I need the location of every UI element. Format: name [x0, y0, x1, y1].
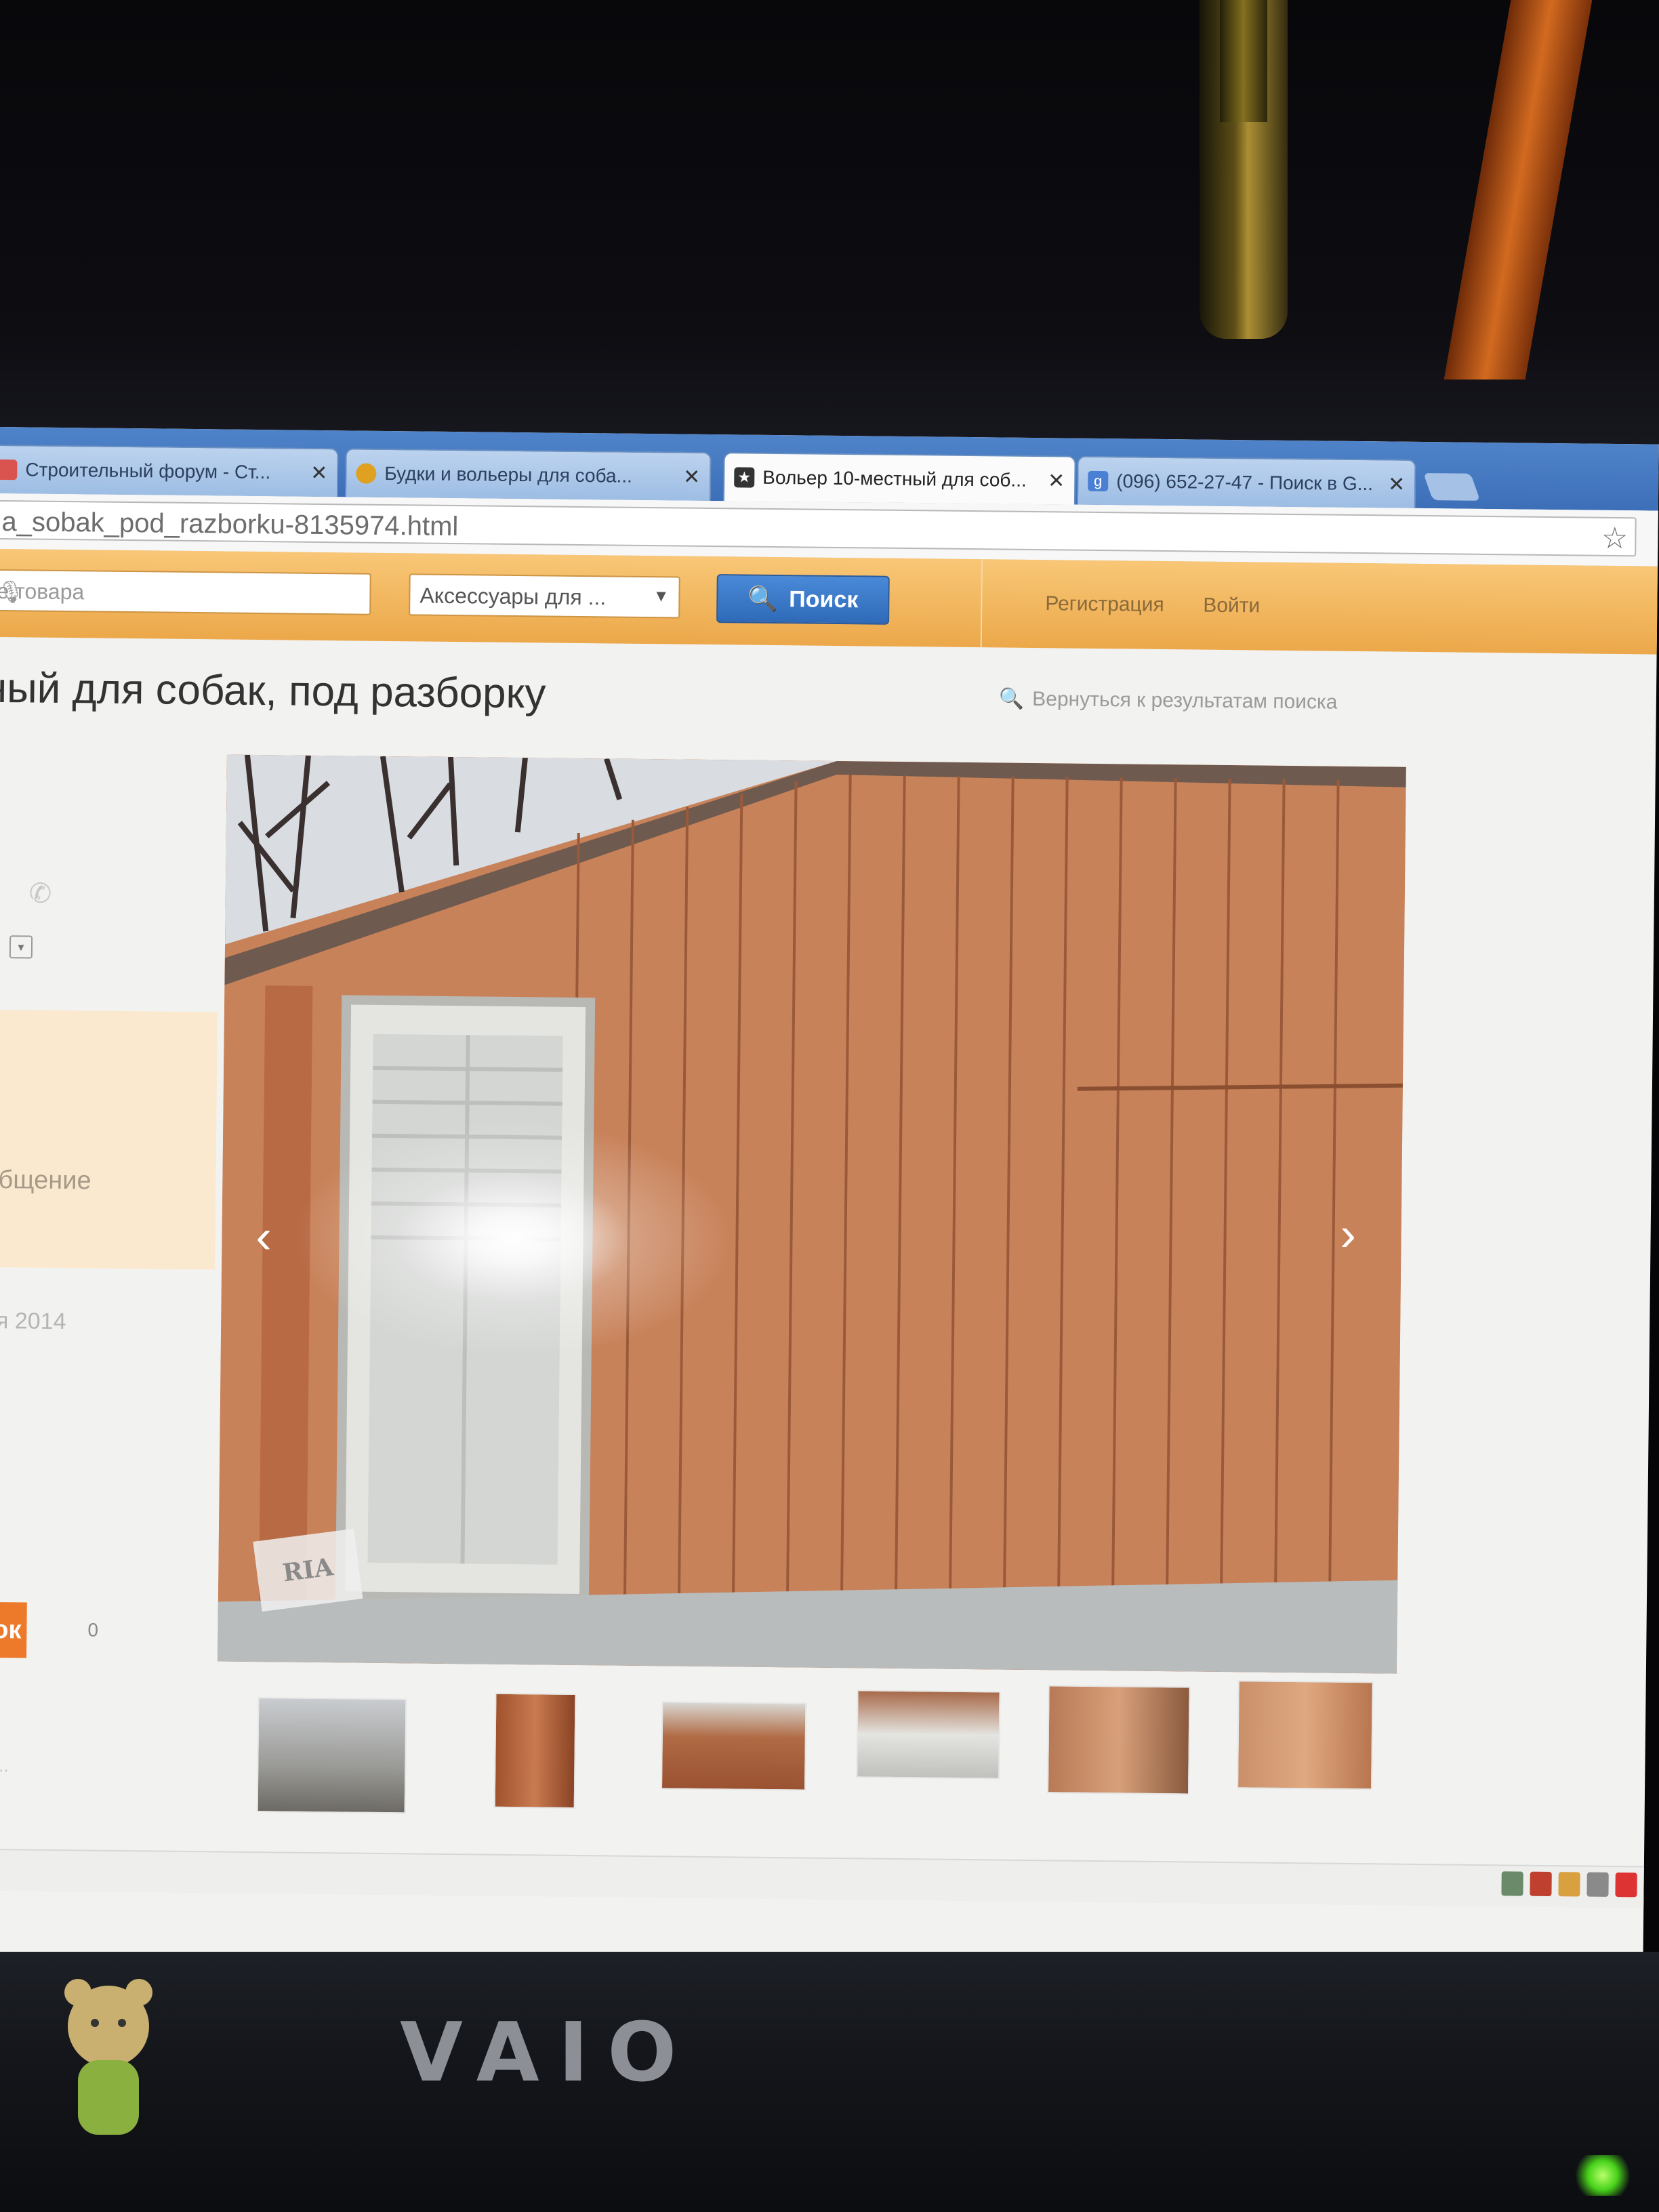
bear-sticker	[64, 1979, 152, 2135]
tab-title: (096) 652-27-47 - Поиск в G...	[1116, 470, 1374, 495]
close-icon[interactable]: ✕	[1388, 472, 1406, 496]
close-icon[interactable]: ✕	[683, 465, 701, 489]
tab-title: Вольер 10-местный для соб...	[762, 466, 1027, 491]
site-watermark: RIA	[253, 1528, 363, 1612]
site-header: е товара 🎙 Аксессуары для ... ▼ 🔍 Поиск …	[0, 548, 1658, 655]
listing-date: ля 2014	[0, 1307, 66, 1335]
search-button-label: Поиск	[789, 586, 859, 613]
address-bar[interactable]: a_sobak_pod_razborku-8135974.html ☆	[0, 499, 1637, 557]
taskbar	[0, 1848, 1644, 1908]
phone-icon: ✆	[28, 878, 52, 909]
previous-photo-arrow-icon[interactable]: ‹	[255, 1209, 272, 1263]
odnoklassniki-share-button[interactable]: ок	[0, 1601, 27, 1658]
tab-google-search[interactable]: g (096) 652-27-47 - Поиск в G... ✕	[1076, 455, 1416, 508]
bottle-neck-background	[1220, 0, 1267, 122]
chevron-down-icon: ▼	[653, 587, 670, 606]
thumbnail-2[interactable]	[493, 1692, 577, 1809]
thumbnail-strip	[0, 1680, 1645, 1847]
thumbnail-6[interactable]	[1237, 1680, 1374, 1790]
new-tab-button[interactable]	[1423, 472, 1481, 501]
search-input[interactable]: е товара 🎙	[0, 569, 371, 615]
opera-icon[interactable]	[1615, 1872, 1637, 1898]
thumbnail-5[interactable]	[1046, 1685, 1191, 1795]
microphone-icon[interactable]: 🎙	[0, 579, 362, 609]
close-icon[interactable]: ✕	[1048, 469, 1065, 493]
laptop-screen: Строительный форум - Ст... ✕ Будки и вол…	[0, 427, 1659, 1976]
next-photo-arrow-icon[interactable]: ›	[1340, 1207, 1356, 1261]
thumbnail-4[interactable]	[856, 1689, 1001, 1780]
main-listing-photo[interactable]	[217, 754, 1406, 1674]
close-icon[interactable]: ✕	[310, 461, 328, 485]
search-icon: 🔍	[998, 687, 1025, 710]
thumbnail-1[interactable]	[256, 1697, 407, 1814]
vaio-logo: VAIO	[400, 2006, 696, 2100]
battery-icon[interactable]	[1558, 1872, 1580, 1897]
tab-construction-forum[interactable]: Строительный форум - Ст... ✕	[0, 444, 339, 497]
category-select[interactable]: Аксессуары для ... ▼	[409, 573, 680, 619]
search-button[interactable]: 🔍 Поиск	[716, 574, 890, 625]
category-selected-value: Аксессуары для ...	[419, 583, 607, 610]
url-text: a_sobak_pod_razborku-8135974.html	[1, 507, 459, 542]
laptop-bezel	[0, 1952, 1659, 2212]
tab-dog-kennels[interactable]: Будки и вольеры для соба... ✕	[344, 448, 712, 501]
back-to-results-label: Вернуться к результатам поиска	[1032, 687, 1338, 714]
antivirus-icon[interactable]	[1530, 1871, 1552, 1897]
thumbnail-3[interactable]	[661, 1701, 807, 1791]
chrome-favicon-icon	[356, 463, 377, 484]
tab-title: Строительный форум - Ст...	[25, 459, 271, 483]
forum-favicon-icon	[0, 459, 18, 480]
system-tray	[1501, 1871, 1637, 1898]
listing-title: ный для собак, под разборку	[0, 664, 546, 718]
search-icon: 🔍	[747, 584, 779, 613]
rst-favicon-icon: ★	[734, 467, 755, 488]
network-icon[interactable]	[1501, 1871, 1523, 1896]
contact-panel	[0, 1009, 218, 1270]
tab-title: Будки и вольеры для соба...	[384, 462, 633, 487]
faded-sidebar-text: ......	[0, 1755, 9, 1776]
register-link[interactable]: Регистрация	[1045, 592, 1164, 617]
login-link[interactable]: Войти	[1203, 594, 1260, 618]
star-icon[interactable]: ☆	[1601, 521, 1629, 556]
room-background	[0, 0, 1659, 474]
google-favicon-icon: g	[1088, 470, 1109, 492]
volume-icon[interactable]	[1586, 1872, 1609, 1897]
share-count: 0	[87, 1619, 99, 1641]
header-divider	[980, 559, 983, 648]
back-to-results-link[interactable]: 🔍 Вернуться к результатам поиска	[999, 687, 1338, 714]
send-message-link[interactable]: общение	[0, 1166, 91, 1196]
expand-icon[interactable]: ▾	[9, 935, 33, 959]
tab-enclosure-listing[interactable]: ★ Вольер 10-местный для соб... ✕	[722, 452, 1076, 505]
power-led	[1572, 2155, 1633, 2196]
